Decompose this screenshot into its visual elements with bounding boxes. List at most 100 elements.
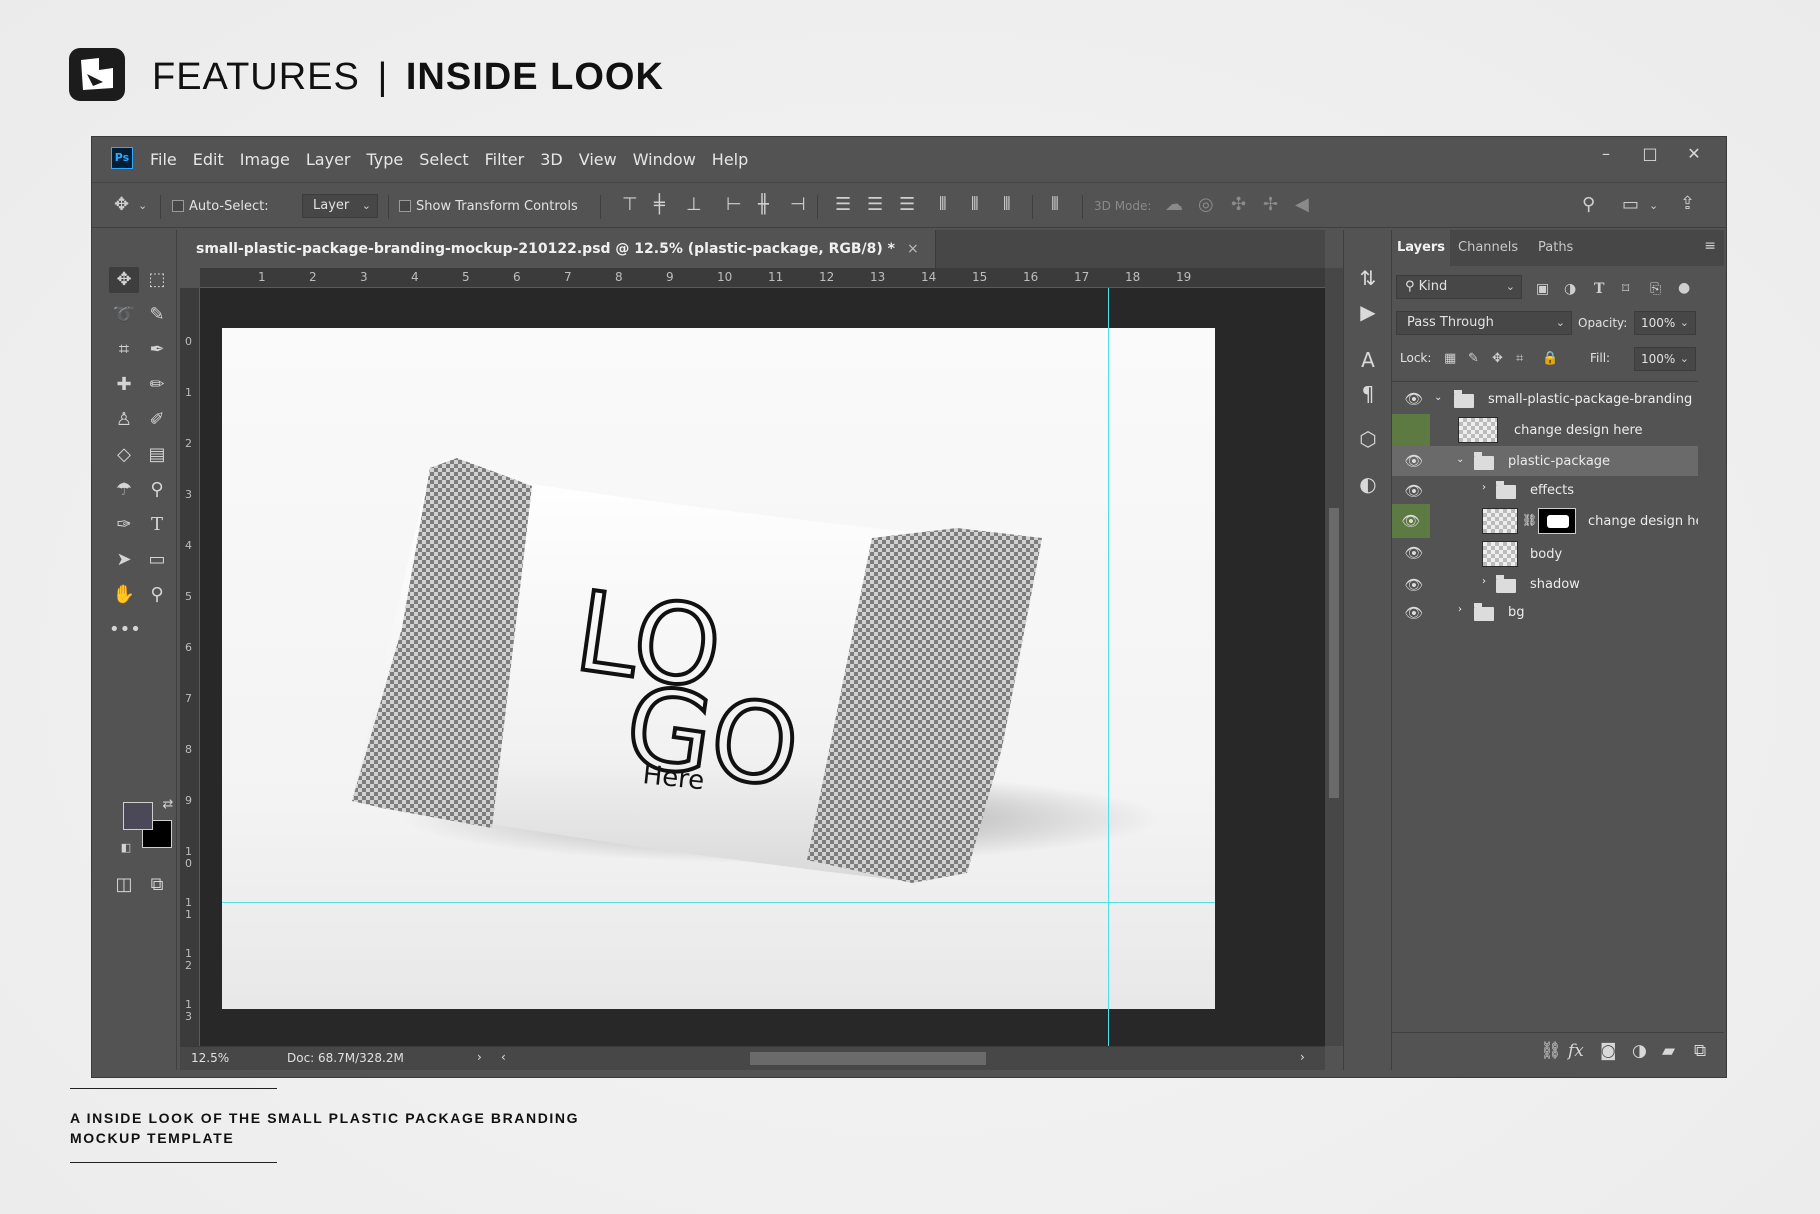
menu-filter[interactable]: Filter xyxy=(485,150,525,169)
scroll-right-icon[interactable]: › xyxy=(1300,1050,1305,1064)
mask-icon[interactable]: ◙ xyxy=(1600,1041,1617,1061)
chevron-right-icon[interactable]: › xyxy=(1458,604,1462,615)
paragraph-panel-icon[interactable]: ¶ xyxy=(1354,380,1382,408)
auto-select-dropdown[interactable]: Layer ⌄ xyxy=(302,194,378,218)
pen-tool-icon[interactable]: ✑ xyxy=(109,512,139,538)
filter-toggle-icon[interactable]: ● xyxy=(1678,278,1690,298)
adjustment-icon[interactable]: ◑ xyxy=(1632,1041,1647,1061)
workspace-chevron-icon[interactable]: ⌄ xyxy=(1649,196,1658,216)
guide-horizontal[interactable] xyxy=(222,902,1215,903)
rectangle-tool-icon[interactable]: ▭ xyxy=(142,547,172,573)
screen-mode-icon[interactable]: ⧉ xyxy=(142,872,172,898)
eye-icon[interactable]: 👁 xyxy=(1398,446,1430,476)
menu-file[interactable]: File xyxy=(150,150,177,169)
eye-icon[interactable]: 👁 xyxy=(1398,384,1430,414)
pan-3d-icon[interactable]: ✣ xyxy=(1231,195,1246,215)
tab-paths[interactable]: Paths xyxy=(1538,230,1573,266)
eye-icon[interactable]: 👁 xyxy=(1398,598,1430,626)
maximize-button[interactable]: □ xyxy=(1630,143,1670,165)
brush-tool-icon[interactable]: ✏ xyxy=(142,372,172,398)
align-vertical-center-icon[interactable]: ╪ xyxy=(654,195,665,215)
layer-row[interactable]: 👁 › effects xyxy=(1392,476,1698,504)
distribute-center-icon[interactable]: ☰ xyxy=(867,195,883,215)
vertical-scroll-thumb[interactable] xyxy=(1329,508,1339,798)
gradient-tool-icon[interactable]: ▤ xyxy=(142,442,172,468)
blend-mode-dropdown[interactable]: Pass Through ⌄ xyxy=(1396,311,1572,335)
align-top-icon[interactable]: ⊤ xyxy=(622,195,638,215)
close-tab-icon[interactable]: × xyxy=(907,241,919,257)
horizontal-scroll-thumb[interactable] xyxy=(750,1052,986,1065)
layer-row[interactable]: 👁 ⛓ change design here xyxy=(1392,504,1698,538)
lock-transparent-icon[interactable]: ▦ xyxy=(1444,349,1456,369)
character-panel-icon[interactable]: A xyxy=(1354,346,1382,374)
visibility-toggle[interactable]: 👁 xyxy=(1392,504,1430,538)
opacity-field[interactable]: 100% ⌄ xyxy=(1634,311,1696,335)
scale-3d-icon[interactable]: ◀ xyxy=(1295,195,1309,215)
filter-smart-object-icon[interactable]: ⎘ xyxy=(1650,279,1661,299)
align-right-icon[interactable]: ⊣ xyxy=(790,195,806,215)
chevron-right-icon[interactable]: › xyxy=(1482,576,1486,587)
lock-position-icon[interactable]: ✥ xyxy=(1492,349,1503,369)
menu-edit[interactable]: Edit xyxy=(193,150,224,169)
align-left-icon[interactable]: ⊢ xyxy=(726,195,742,215)
zoom-tool-icon[interactable]: ⚲ xyxy=(142,582,172,608)
type-tool-icon[interactable]: T xyxy=(142,512,172,538)
show-transform-option[interactable]: Show Transform Controls xyxy=(399,183,578,229)
filter-shape-icon[interactable]: ⌑ xyxy=(1622,279,1629,299)
auto-align-icon[interactable]: ⦀ xyxy=(1051,195,1059,215)
filter-adjustment-icon[interactable]: ◑ xyxy=(1564,279,1576,299)
layer-row-selected[interactable]: 👁 ⌄ plastic-package xyxy=(1392,446,1698,476)
vertical-scrollbar[interactable] xyxy=(1325,268,1343,1046)
more-tools-icon[interactable]: ••• xyxy=(109,617,141,643)
filter-type-icon[interactable]: T xyxy=(1594,279,1604,299)
lasso-tool-icon[interactable]: ➰ xyxy=(109,302,139,328)
chevron-down-icon[interactable]: ⌄ xyxy=(1456,454,1464,465)
auto-select-checkbox[interactable] xyxy=(172,200,184,212)
close-window-button[interactable]: ✕ xyxy=(1674,143,1714,165)
layer-row[interactable]: 👁 › bg xyxy=(1392,598,1698,626)
3d-panel-icon[interactable]: ⬡ xyxy=(1354,425,1382,453)
eye-icon[interactable]: 👁 xyxy=(1398,570,1430,598)
clone-stamp-tool-icon[interactable]: ♙ xyxy=(109,407,139,433)
quick-mask-icon[interactable]: ◫ xyxy=(109,872,139,898)
chevron-down-icon[interactable]: ⌄ xyxy=(1434,392,1442,403)
minimize-button[interactable]: – xyxy=(1586,143,1626,165)
layer-row[interactable]: 👁 ⌄ small-plastic-package-branding xyxy=(1392,384,1698,414)
lock-all-icon[interactable]: 🔒 xyxy=(1542,349,1558,369)
move-tool-icon[interactable]: ✥ xyxy=(114,195,129,215)
quick-select-tool-icon[interactable]: ✎ xyxy=(142,302,172,328)
link-icon[interactable]: ⛓ xyxy=(1540,1041,1562,1061)
show-transform-checkbox[interactable] xyxy=(399,200,411,212)
group-icon[interactable]: ▰ xyxy=(1662,1041,1675,1061)
adjustments-panel-icon[interactable]: ◐ xyxy=(1354,470,1382,498)
share-icon[interactable]: ⇪ xyxy=(1680,194,1695,214)
blur-tool-icon[interactable]: ☂ xyxy=(109,477,139,503)
layer-row[interactable]: 👁 body xyxy=(1392,538,1698,570)
workspace-icon[interactable]: ▭ xyxy=(1622,195,1639,215)
eye-icon[interactable]: 👁 xyxy=(1398,476,1430,504)
marquee-tool-icon[interactable]: ⬚ xyxy=(142,267,172,293)
auto-select-option[interactable]: Auto-Select: xyxy=(172,183,269,229)
foreground-color-swatch[interactable] xyxy=(123,802,153,830)
menu-image[interactable]: Image xyxy=(240,150,290,169)
layer-row[interactable]: change design here xyxy=(1392,414,1698,446)
crop-tool-icon[interactable]: ⌗ xyxy=(109,337,139,363)
actions-panel-icon[interactable]: ▶ xyxy=(1354,298,1382,326)
slide-3d-icon[interactable]: ✢ xyxy=(1263,195,1278,215)
layer-row[interactable]: 👁 › shadow xyxy=(1392,570,1698,598)
search-icon[interactable]: ⚲ xyxy=(1582,195,1595,215)
eraser-tool-icon[interactable]: ◇ xyxy=(109,442,139,468)
default-colors-icon[interactable]: ◧ xyxy=(111,835,141,861)
distribute-top-icon[interactable]: ☰ xyxy=(835,195,851,215)
menu-view[interactable]: View xyxy=(579,150,617,169)
move-tool-icon[interactable]: ✥ xyxy=(109,267,139,293)
horizontal-ruler[interactable]: 1 2 3 4 5 6 7 8 9 10 11 12 13 14 15 16 17 18 19 xyxy=(200,268,1325,288)
dodge-tool-icon[interactable]: ⚲ xyxy=(142,477,172,503)
distribute-hcenter-icon[interactable]: ⫴ xyxy=(971,195,979,215)
guide-vertical[interactable] xyxy=(1108,288,1109,1046)
tool-preset-chevron-icon[interactable]: ⌄ xyxy=(138,196,147,216)
eyedropper-tool-icon[interactable]: ✒ xyxy=(142,337,172,363)
new-layer-icon[interactable]: ⧉ xyxy=(1694,1041,1706,1061)
menu-type[interactable]: Type xyxy=(366,150,403,169)
zoom-level[interactable]: 12.5% xyxy=(191,1051,229,1065)
